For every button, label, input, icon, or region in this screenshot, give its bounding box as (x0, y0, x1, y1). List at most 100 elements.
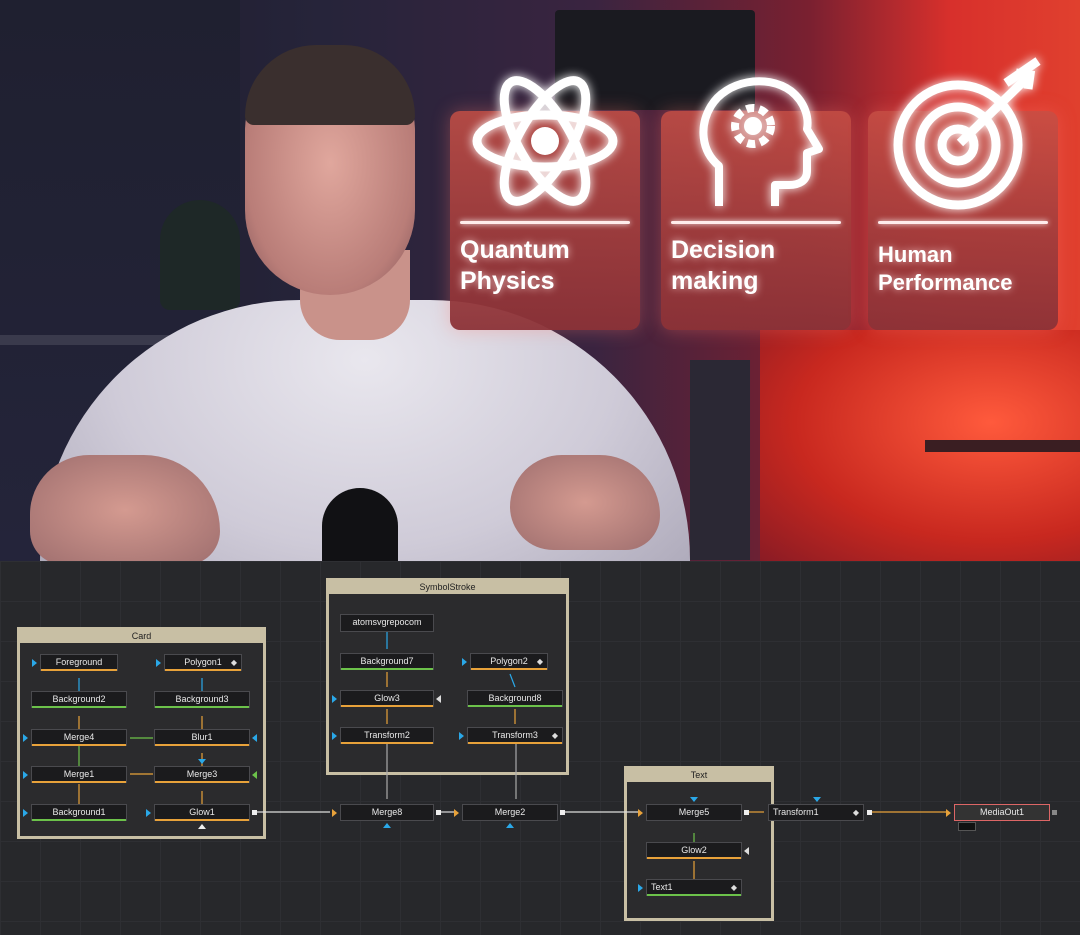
target-arrow-icon (893, 57, 1041, 210)
output-port[interactable] (867, 810, 872, 815)
input-port[interactable] (454, 809, 459, 817)
output-port[interactable] (744, 810, 749, 815)
person-hair (245, 45, 415, 125)
person-left-hand (30, 455, 220, 561)
input-port[interactable] (383, 823, 391, 828)
output-port[interactable] (252, 810, 257, 815)
input-port[interactable] (146, 809, 151, 817)
node-transform2[interactable]: Transform2 (340, 727, 434, 744)
card-human-performance: Human Performance (868, 57, 1058, 330)
input-port[interactable] (23, 809, 28, 817)
card-separator (671, 221, 841, 224)
input-port[interactable] (638, 884, 643, 892)
microphone (322, 488, 398, 561)
node-output-bar (468, 742, 562, 744)
node-output-bar (647, 894, 741, 896)
node-background7[interactable]: Background7 (340, 653, 434, 670)
input-port[interactable] (459, 732, 464, 740)
node-background8[interactable]: Background8 (467, 690, 563, 707)
input-port[interactable] (198, 759, 206, 764)
node-output-bar (32, 819, 126, 821)
head-gear-icon (699, 77, 823, 206)
node-output-bar (41, 669, 117, 671)
node-background2[interactable]: Background2 (31, 691, 127, 708)
node-output-bar (647, 857, 741, 859)
node-merge1[interactable]: Merge1 (31, 766, 127, 783)
input-port[interactable] (813, 797, 821, 802)
card-separator (460, 221, 630, 224)
transform-icon: ◆ (852, 808, 859, 817)
output-port[interactable] (1052, 810, 1057, 815)
node-output-bar (32, 744, 126, 746)
input-port[interactable] (332, 695, 337, 703)
node-output-bar (32, 781, 126, 783)
card-label: Decision making (671, 236, 776, 295)
node-merge2[interactable]: Merge2 (462, 804, 558, 821)
input-port[interactable] (198, 824, 206, 829)
node-editor[interactable]: Card SymbolStroke Text Foreground Polygo… (0, 561, 1080, 935)
node-background3[interactable]: Background3 (154, 691, 250, 708)
node-output-bar (341, 742, 433, 744)
video-viewer: Quantum Physics Decision making Human Pe… (0, 0, 1080, 561)
node-merge5[interactable]: Merge5 (646, 804, 742, 821)
transform-icon: ◆ (551, 731, 558, 740)
person-right-hand (510, 455, 660, 550)
side-table (925, 440, 1080, 452)
node-output-bar (155, 781, 249, 783)
node-text1[interactable]: Text1 ◆ (646, 879, 742, 896)
atom-icon (472, 76, 618, 206)
node-blur1[interactable]: Blur1 (154, 729, 250, 746)
node-output-bar (471, 668, 547, 670)
text-icon: ◆ (730, 883, 737, 892)
node-connections (78, 628, 948, 879)
output-port[interactable] (560, 810, 565, 815)
card-label: Human Performance (878, 242, 1013, 295)
output-port[interactable] (436, 810, 441, 815)
input-port[interactable] (690, 797, 698, 802)
polygon-icon: ◆ (536, 657, 543, 666)
polygon-icon: ◆ (230, 658, 237, 667)
node-merge3[interactable]: Merge3 (154, 766, 250, 783)
node-transform3[interactable]: Transform3 ◆ (467, 727, 563, 744)
input-port[interactable] (252, 734, 257, 742)
node-glow3[interactable]: Glow3 (340, 690, 434, 707)
input-port[interactable] (436, 695, 441, 703)
input-port[interactable] (23, 771, 28, 779)
node-output-bar (32, 706, 126, 708)
background-speaker (690, 360, 750, 560)
input-port[interactable] (156, 659, 161, 667)
card-label: Quantum Physics (460, 236, 570, 295)
node-output-bar (165, 669, 241, 671)
input-port[interactable] (332, 809, 337, 817)
card-separator (878, 221, 1048, 224)
node-polygon1[interactable]: Polygon1 ◆ (164, 654, 242, 671)
input-port[interactable] (32, 659, 37, 667)
node-output-bar (155, 744, 249, 746)
node-glow1[interactable]: Glow1 (154, 804, 250, 821)
input-port[interactable] (946, 809, 951, 817)
node-polygon2[interactable]: Polygon2 ◆ (470, 653, 548, 670)
node-foreground[interactable]: Foreground (40, 654, 118, 671)
node-glow2[interactable]: Glow2 (646, 842, 742, 859)
node-mediaout1[interactable]: MediaOut1 (954, 804, 1050, 821)
node-output-bar (341, 705, 433, 707)
card-quantum-physics: Quantum Physics (450, 76, 640, 330)
input-port[interactable] (332, 732, 337, 740)
node-output-bar (468, 705, 562, 707)
viewer-indicator-icon[interactable] (958, 822, 976, 831)
node-background1[interactable]: Background1 (31, 804, 127, 821)
node-atomsvgrepocom[interactable]: atomsvgrepocom (340, 614, 434, 632)
input-port[interactable] (23, 734, 28, 742)
input-port[interactable] (744, 847, 749, 855)
input-port[interactable] (506, 823, 514, 828)
node-output-bar (155, 819, 249, 821)
mask-port[interactable] (252, 771, 257, 779)
node-transform1[interactable]: Transform1 ◆ (768, 804, 864, 821)
input-port[interactable] (638, 809, 643, 817)
node-merge4[interactable]: Merge4 (31, 729, 127, 746)
node-merge8[interactable]: Merge8 (340, 804, 434, 821)
input-port[interactable] (462, 658, 467, 666)
background-plant (160, 200, 240, 310)
card-decision-making: Decision making (661, 77, 851, 330)
node-output-bar (155, 706, 249, 708)
